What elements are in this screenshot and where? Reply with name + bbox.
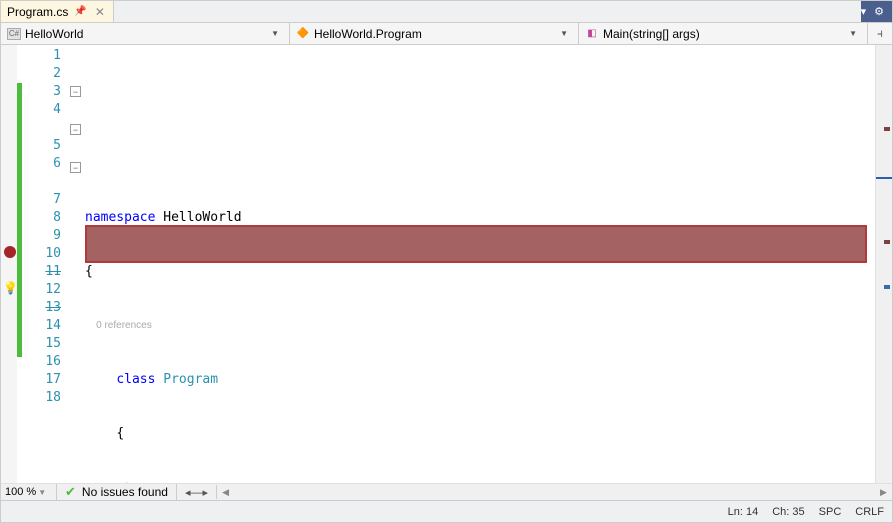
change-indicator <box>17 45 25 483</box>
horizontal-scroll-area: 100 % ▼ ✔ No issues found ◂—▸ ◀ ▶ <box>1 483 892 500</box>
tab-filename: Program.cs <box>7 5 68 19</box>
code-content[interactable]: namespace HelloWorld { 0 references clas… <box>85 45 875 483</box>
fold-toggle[interactable]: − <box>70 162 81 173</box>
lineending-indicator[interactable]: CRLF <box>855 506 884 518</box>
fold-toggle[interactable]: − <box>70 124 81 135</box>
nav-namespace[interactable]: C# HelloWorld ▼ <box>1 23 290 44</box>
editor[interactable]: 💡 1 2 3 4 5 6 7 8 9 10 11 12 13 14 15 16… <box>1 45 892 483</box>
scroll-left-button[interactable]: ◀ <box>217 487 234 498</box>
vertical-scrollbar[interactable] <box>875 45 892 483</box>
chevron-down-icon: ▼ <box>267 29 283 38</box>
close-icon[interactable]: ✕ <box>93 5 107 19</box>
scroll-right-button[interactable]: ▶ <box>875 487 892 498</box>
chevron-down-icon: ▼ <box>556 29 572 38</box>
pin-icon[interactable]: 📌 <box>74 6 86 17</box>
gear-icon[interactable]: ⚙ <box>874 5 884 18</box>
csharp-icon: C# <box>7 28 21 40</box>
line-indicator[interactable]: Ln: 14 <box>728 506 759 518</box>
chevron-down-icon: ▼ <box>845 29 861 38</box>
fold-column: − − − <box>69 45 85 483</box>
arrow-right-icon: ▸ <box>203 487 209 499</box>
window-controls: ▾ ⚙ <box>861 1 892 22</box>
nav-arrows[interactable]: ◂—▸ <box>177 485 217 499</box>
window-dropdown-icon[interactable]: ▾ <box>861 5 867 18</box>
lightbulb-icon[interactable]: 💡 <box>3 281 18 295</box>
split-icon: ⫞ <box>877 26 883 41</box>
method-icon: ◧ <box>585 28 599 40</box>
check-icon: ✔ <box>65 484 76 500</box>
zoom-dropdown[interactable]: 100 % ▼ <box>1 484 57 501</box>
navigation-bar: C# HelloWorld ▼ 🔶 HelloWorld.Program ▼ ◧… <box>1 23 892 45</box>
issues-status[interactable]: ✔ No issues found <box>57 484 177 500</box>
nav-method[interactable]: ◧ Main(string[] args) ▼ <box>579 23 868 44</box>
class-icon: 🔶 <box>296 28 310 40</box>
split-view-button[interactable]: ⫞ <box>868 23 892 44</box>
arrow-left-icon: ◂ <box>185 487 191 499</box>
nav-class[interactable]: 🔶 HelloWorld.Program ▼ <box>290 23 579 44</box>
line-numbers: 1 2 3 4 5 6 7 8 9 10 11 12 13 14 15 16 1… <box>25 45 69 483</box>
char-indicator[interactable]: Ch: 35 <box>772 506 804 518</box>
file-tab[interactable]: Program.cs 📌 ✕ <box>1 1 114 22</box>
fold-toggle[interactable]: − <box>70 86 81 97</box>
chevron-down-icon: ▼ <box>38 488 46 497</box>
breakpoint-icon[interactable] <box>4 246 16 258</box>
status-bar: Ln: 14 Ch: 35 SPC CRLF <box>1 500 892 522</box>
tab-bar: Program.cs 📌 ✕ ▾ ⚙ <box>1 1 892 23</box>
breakpoint-margin[interactable]: 💡 <box>1 45 17 483</box>
indent-indicator[interactable]: SPC <box>819 506 842 518</box>
